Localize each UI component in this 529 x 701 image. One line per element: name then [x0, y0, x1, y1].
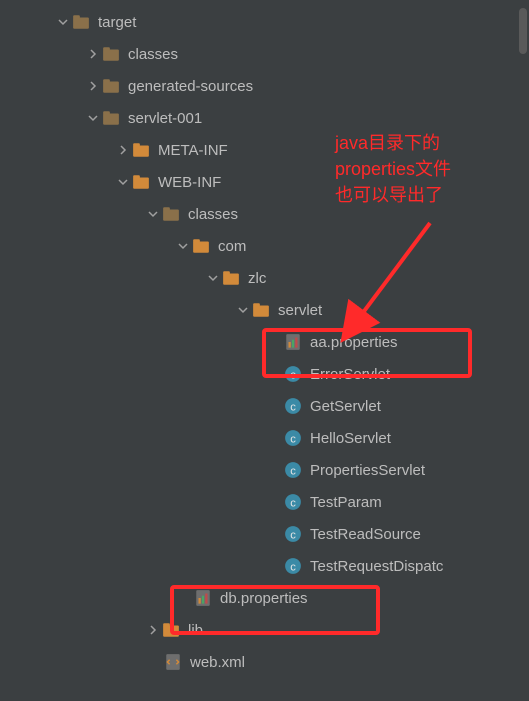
tree-label: TestRequestDispatc [310, 558, 443, 575]
tree-label: WEB-INF [158, 174, 221, 191]
folder-icon [162, 205, 180, 223]
tree-node-target[interactable]: target [0, 6, 529, 38]
tree-node-errorservlet[interactable]: c ErrorServlet [0, 358, 529, 390]
folder-icon [252, 301, 270, 319]
tree-node-testreqdisp[interactable]: c TestRequestDispatc [0, 550, 529, 582]
tree-label: target [98, 14, 136, 31]
svg-text:c: c [290, 498, 296, 510]
folder-icon [132, 141, 150, 159]
class-icon: c [284, 397, 302, 415]
tree-label: aa.properties [310, 334, 398, 351]
folder-icon [162, 621, 180, 639]
tree-label: PropertiesServlet [310, 462, 425, 479]
class-icon: c [284, 525, 302, 543]
chevron-right-icon[interactable] [146, 623, 160, 637]
chevron-down-icon[interactable] [116, 175, 130, 189]
tree-label: web.xml [190, 654, 245, 671]
tree-node-classes2[interactable]: classes [0, 198, 529, 230]
tree-label: servlet-001 [128, 110, 202, 127]
folder-icon [222, 269, 240, 287]
properties-file-icon [194, 589, 212, 607]
tree-label: servlet [278, 302, 322, 319]
chevron-down-icon[interactable] [236, 303, 250, 317]
tree-node-metainf[interactable]: META-INF [0, 134, 529, 166]
tree-label: HelloServlet [310, 430, 391, 447]
chevron-down-icon[interactable] [56, 15, 70, 29]
folder-icon [72, 13, 90, 31]
tree-label: TestReadSource [310, 526, 421, 543]
class-icon: c [284, 493, 302, 511]
class-icon: c [284, 429, 302, 447]
tree-node-webinf[interactable]: WEB-INF [0, 166, 529, 198]
tree-label: com [218, 238, 246, 255]
tree-label: generated-sources [128, 78, 253, 95]
chevron-right-icon[interactable] [86, 47, 100, 61]
chevron-right-icon[interactable] [116, 143, 130, 157]
tree-node-zlc[interactable]: zlc [0, 262, 529, 294]
tree-label: TestParam [310, 494, 382, 511]
class-icon: c [284, 461, 302, 479]
svg-text:c: c [290, 370, 296, 382]
svg-text:c: c [290, 402, 296, 414]
tree-node-servlet[interactable]: servlet [0, 294, 529, 326]
svg-text:c: c [290, 562, 296, 574]
folder-icon [132, 173, 150, 191]
tree-node-webxml[interactable]: web.xml [0, 646, 529, 678]
tree-node-aa-properties[interactable]: aa.properties [0, 326, 529, 358]
tree-node-getservlet[interactable]: c GetServlet [0, 390, 529, 422]
tree-label: ErrorServlet [310, 366, 390, 383]
svg-text:c: c [290, 434, 296, 446]
tree-node-testreadsrc[interactable]: c TestReadSource [0, 518, 529, 550]
tree-node-testparam[interactable]: c TestParam [0, 486, 529, 518]
folder-icon [102, 109, 120, 127]
tree-node-classes[interactable]: classes [0, 38, 529, 70]
tree-label: lib [188, 622, 203, 639]
chevron-down-icon[interactable] [86, 111, 100, 125]
tree-label: classes [128, 46, 178, 63]
tree-node-gensrc[interactable]: generated-sources [0, 70, 529, 102]
tree-node-db-properties[interactable]: db.properties [0, 582, 529, 614]
folder-icon [192, 237, 210, 255]
svg-text:c: c [290, 466, 296, 478]
tree-label: classes [188, 206, 238, 223]
chevron-right-icon[interactable] [86, 79, 100, 93]
tree-label: META-INF [158, 142, 228, 159]
tree-label: GetServlet [310, 398, 381, 415]
chevron-down-icon[interactable] [206, 271, 220, 285]
tree-node-lib[interactable]: lib [0, 614, 529, 646]
svg-text:c: c [290, 530, 296, 542]
tree-label: zlc [248, 270, 266, 287]
xml-file-icon [164, 653, 182, 671]
folder-icon [102, 45, 120, 63]
properties-file-icon [284, 333, 302, 351]
class-icon: c [284, 557, 302, 575]
tree-node-helloservlet[interactable]: c HelloServlet [0, 422, 529, 454]
chevron-down-icon[interactable] [176, 239, 190, 253]
scrollbar-thumb[interactable] [519, 8, 527, 54]
chevron-down-icon[interactable] [146, 207, 160, 221]
tree-label: db.properties [220, 590, 308, 607]
class-icon: c [284, 365, 302, 383]
tree-node-propservlet[interactable]: c PropertiesServlet [0, 454, 529, 486]
folder-icon [102, 77, 120, 95]
tree-node-servlet001[interactable]: servlet-001 [0, 102, 529, 134]
tree-node-com[interactable]: com [0, 230, 529, 262]
project-tree[interactable]: target classes generated-sources servlet… [0, 0, 529, 701]
vertical-scrollbar[interactable] [517, 0, 529, 701]
